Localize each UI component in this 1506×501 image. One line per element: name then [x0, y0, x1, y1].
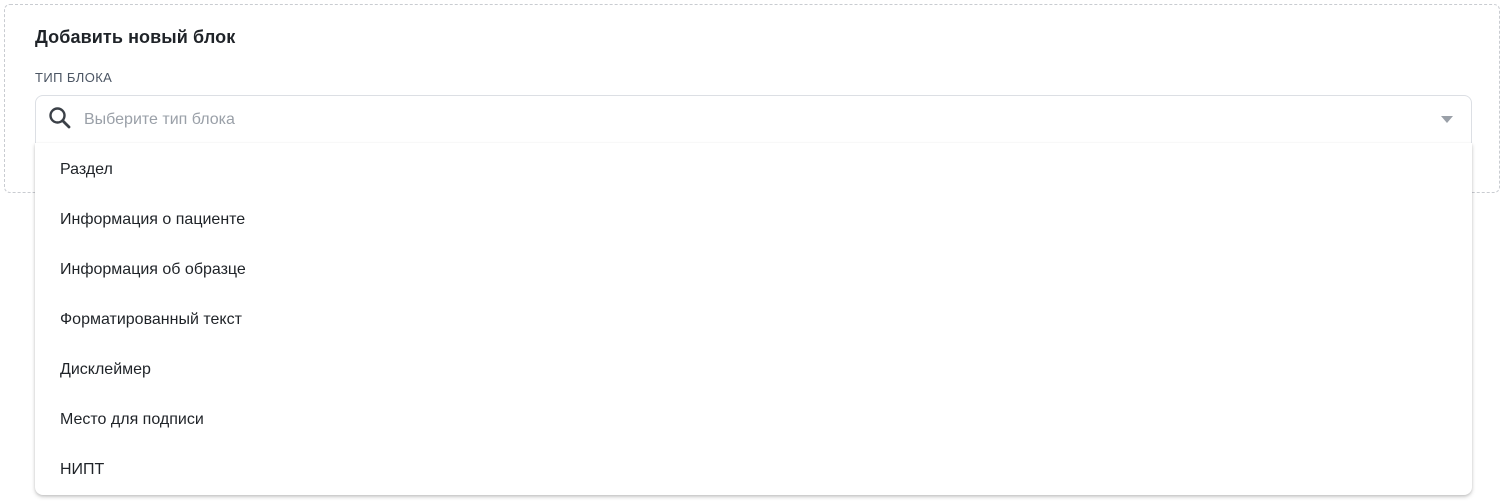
option-patient-info[interactable]: Информация о пациенте: [35, 195, 1472, 245]
panel-title: Добавить новый блок: [35, 27, 236, 47]
block-type-select[interactable]: [35, 95, 1472, 143]
option-section[interactable]: Раздел: [35, 145, 1472, 195]
option-nipt[interactable]: НИПТ: [35, 445, 1472, 495]
option-disclaimer[interactable]: Дисклеймер: [35, 345, 1472, 395]
option-signature-place[interactable]: Место для подписи: [35, 395, 1472, 445]
block-type-dropdown: Раздел Информация о пациенте Информация …: [35, 143, 1472, 495]
option-formatted-text[interactable]: Форматированный текст: [35, 295, 1472, 345]
option-sample-info[interactable]: Информация об образце: [35, 245, 1472, 295]
block-type-search-input[interactable]: [84, 108, 1384, 132]
block-type-label: ТИП БЛОКА: [35, 70, 113, 85]
search-icon: [49, 107, 71, 129]
chevron-down-icon[interactable]: [1441, 116, 1453, 123]
